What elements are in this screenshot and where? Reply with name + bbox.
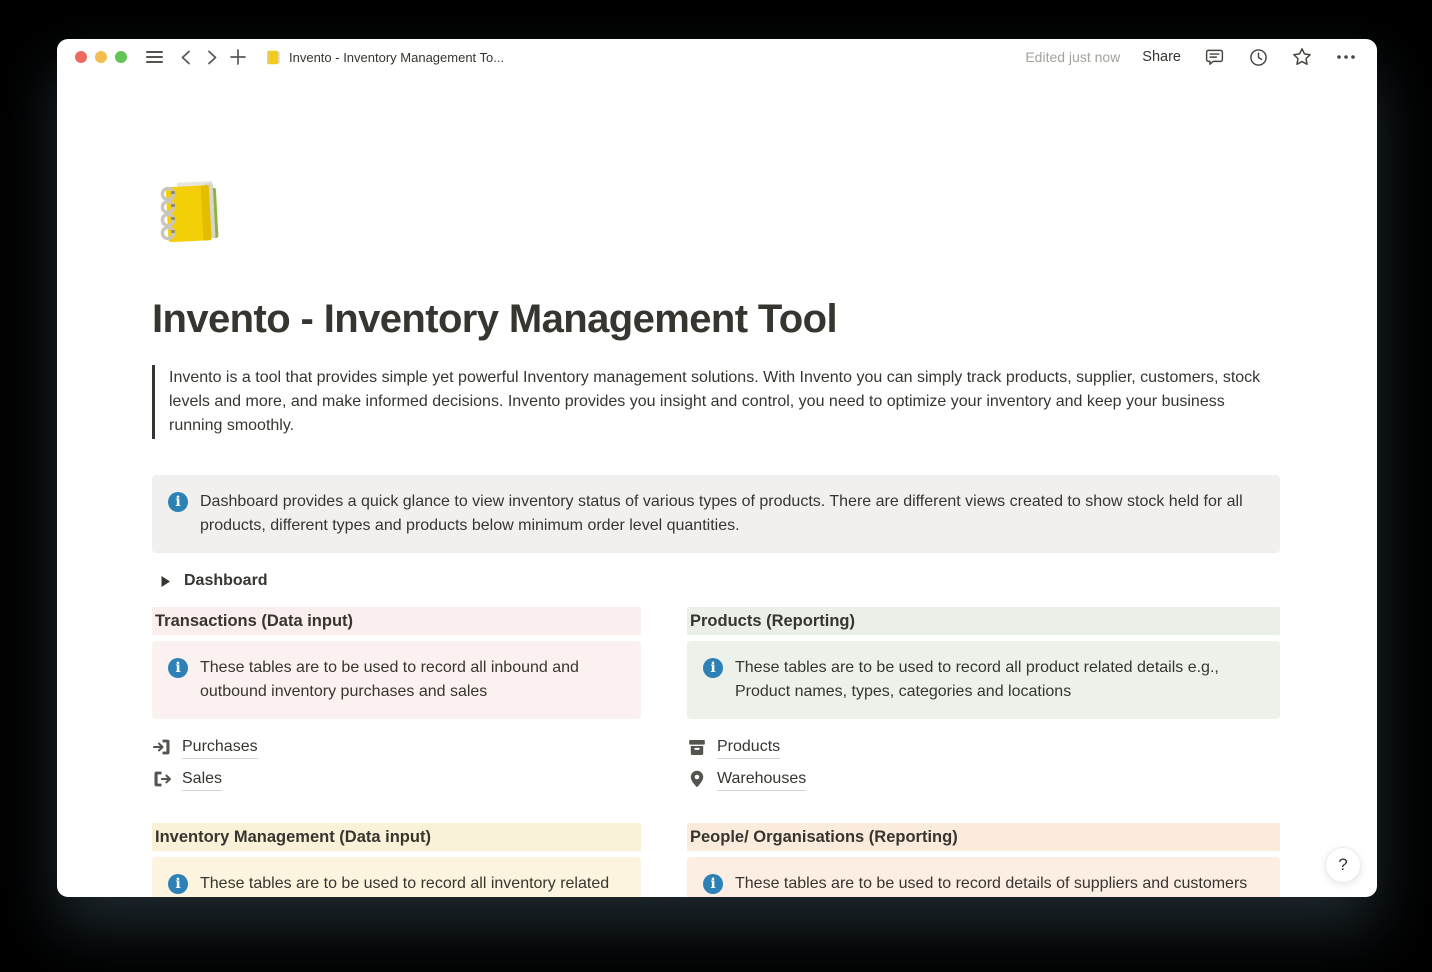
page-link-sales[interactable]: Sales [152,763,641,795]
section-heading: People/ Organisations (Reporting) [687,823,1280,851]
page-icon-ledger-notebook[interactable] [154,175,232,247]
section-callout: i These tables are to be used to record … [152,641,641,719]
dashboard-toggle-label: Dashboard [184,572,268,590]
section-heading: Inventory Management (Data input) [152,823,641,851]
export-icon [152,769,172,789]
info-icon: i [168,492,188,512]
section-callout-text: These tables are to be used to record de… [735,872,1247,896]
section-products: Products (Reporting) i These tables are … [687,607,1280,795]
new-tab-icon[interactable] [225,44,251,70]
info-icon: i [168,874,188,894]
info-icon: i [703,874,723,894]
sidebar-menu-icon[interactable] [141,44,167,70]
help-button[interactable]: ? [1325,847,1361,883]
history-icon[interactable] [1245,44,1271,70]
dashboard-toggle[interactable]: Dashboard [152,566,1280,596]
sections-grid: Transactions (Data input) i These tables… [152,607,1280,897]
toolbar: Invento - Inventory Management To... Edi… [57,39,1377,75]
archive-box-icon [687,737,707,757]
toggle-triangle-icon [160,575,171,588]
section-callout: i These tables are to be used to record … [687,641,1280,719]
page-link-label: Warehouses [717,768,806,791]
page-link-label: Products [717,736,780,759]
section-heading: Products (Reporting) [687,607,1280,635]
page-link-purchases[interactable]: Purchases [152,731,641,763]
page-link-products[interactable]: Products [687,731,1280,763]
section-callout-text: These tables are to be used to record al… [200,872,625,897]
more-icon[interactable] [1333,44,1359,70]
page-title[interactable]: Invento - Inventory Management Tool [152,294,1280,344]
page-link-label: Purchases [182,736,258,759]
intro-quote-block: Invento is a tool that provides simple y… [152,365,1280,439]
import-icon [152,737,172,757]
overview-callout-text: Dashboard provides a quick glance to vie… [200,490,1264,538]
page-body: Invento - Inventory Management Tool Inve… [57,175,1377,897]
edited-status: Edited just now [1025,49,1120,65]
info-icon: i [168,658,188,678]
tab-page-icon [265,49,282,66]
section-people-organisations: People/ Organisations (Reporting) i Thes… [687,823,1280,897]
minimize-window-button[interactable] [95,51,107,63]
close-window-button[interactable] [75,51,87,63]
overview-callout: i Dashboard provides a quick glance to v… [152,475,1280,553]
section-heading: Transactions (Data input) [152,607,641,635]
forward-icon[interactable] [199,44,225,70]
star-icon[interactable] [1289,44,1315,70]
section-inventory-management: Inventory Management (Data input) i Thes… [152,823,641,897]
section-callout-text: These tables are to be used to record al… [200,656,625,704]
section-callout-text: These tables are to be used to record al… [735,656,1264,704]
section-callout: i These tables are to be used to record … [687,857,1280,897]
page-link-label: Sales [182,768,222,791]
browser-tab[interactable]: Invento - Inventory Management To... [265,49,504,66]
zoom-window-button[interactable] [115,51,127,63]
location-pin-icon [687,769,707,789]
back-icon[interactable] [173,44,199,70]
comment-icon[interactable] [1201,44,1227,70]
tab-title: Invento - Inventory Management To... [289,50,504,65]
info-icon: i [703,658,723,678]
section-transactions: Transactions (Data input) i These tables… [152,607,641,795]
app-window: Invento - Inventory Management To... Edi… [57,39,1377,897]
page-link-warehouses[interactable]: Warehouses [687,763,1280,795]
share-button[interactable]: Share [1142,49,1181,65]
section-callout: i These tables are to be used to record … [152,857,641,897]
traffic-lights [75,51,127,63]
